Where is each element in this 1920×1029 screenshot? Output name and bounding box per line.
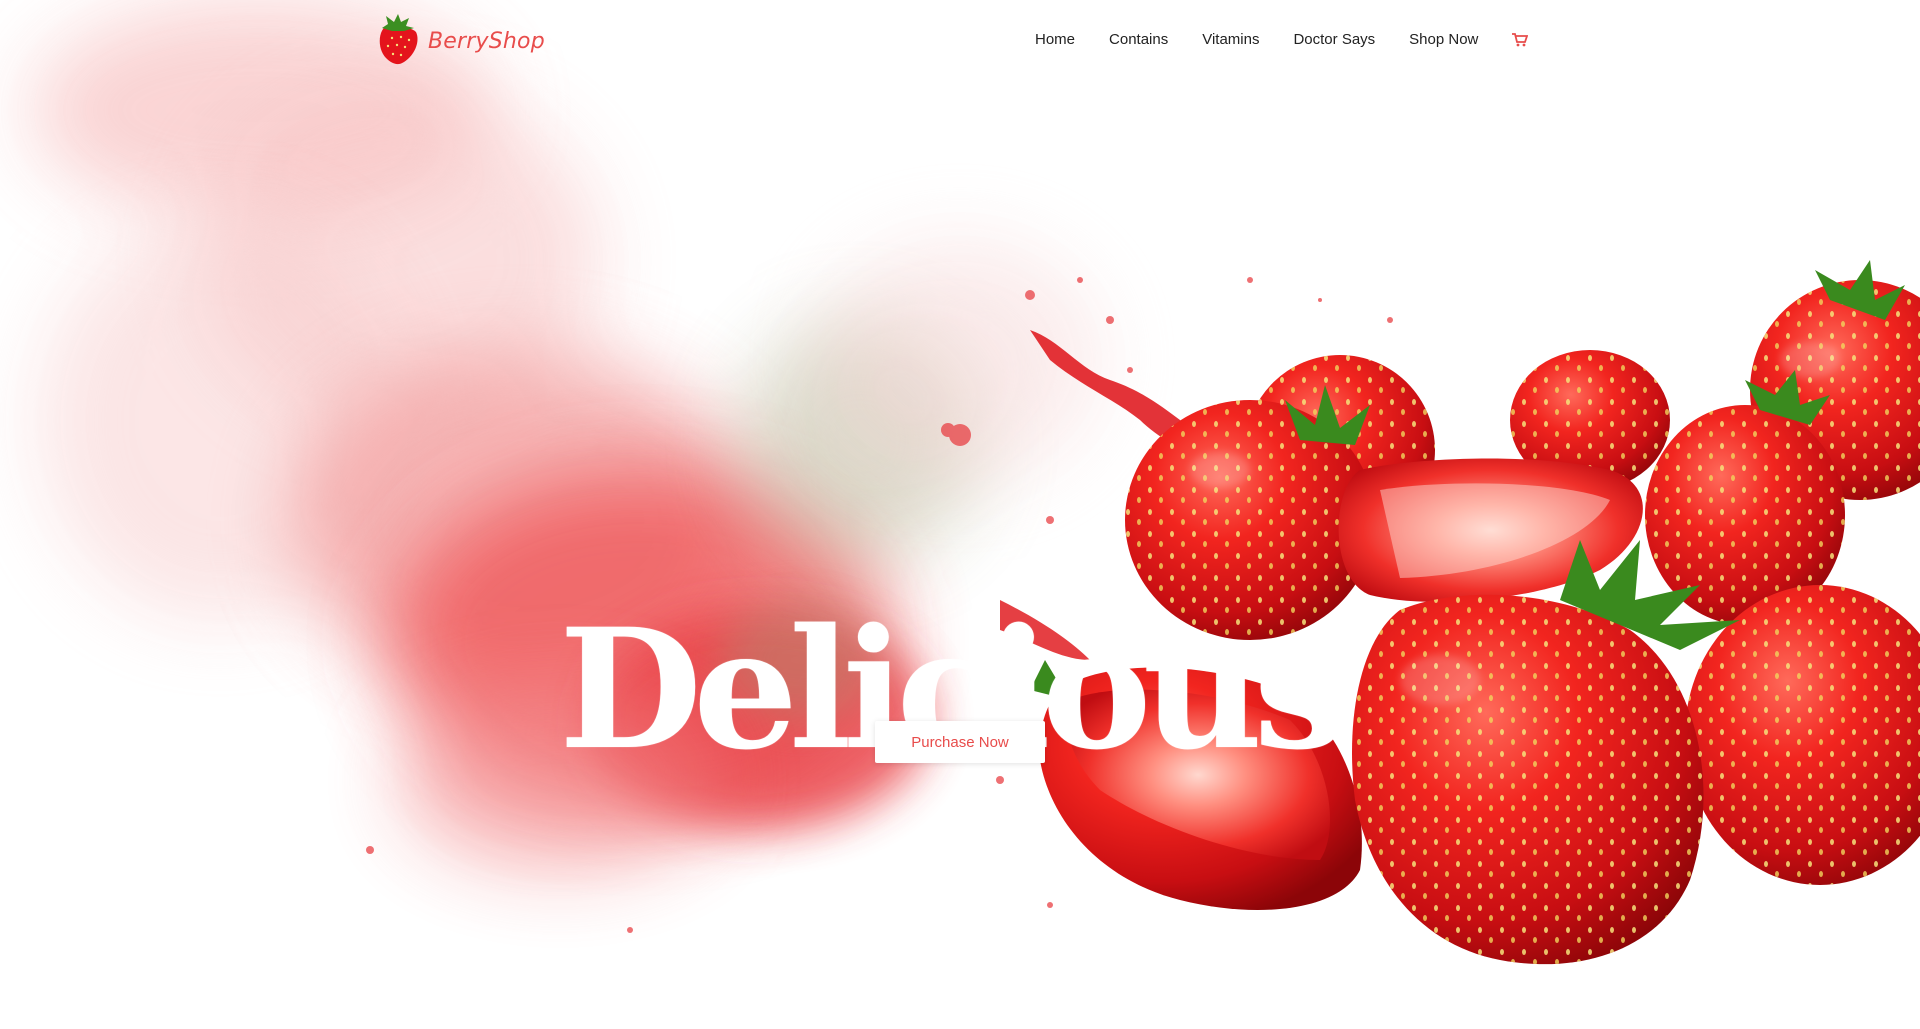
- nav-item-shop-now[interactable]: Shop Now: [1409, 26, 1478, 54]
- landing-page: BerryShop Home Contains Vitamins Doctor …: [0, 0, 1920, 1029]
- hero-strawberry-image: [30, 0, 1920, 965]
- nav-item-contains[interactable]: Contains: [1109, 26, 1168, 54]
- brand-name: BerryShop: [428, 28, 545, 54]
- main-nav: Home Contains Vitamins Doctor Says Shop …: [1035, 26, 1529, 54]
- nav-item-doctor-says[interactable]: Doctor Says: [1293, 26, 1375, 54]
- site-header: BerryShop Home Contains Vitamins Doctor …: [0, 0, 1920, 82]
- purchase-now-button[interactable]: Purchase Now: [875, 721, 1045, 763]
- brand-logo[interactable]: BerryShop: [374, 14, 545, 66]
- nav-item-vitamins[interactable]: Vitamins: [1202, 26, 1259, 54]
- nav-item-home[interactable]: Home: [1035, 26, 1075, 54]
- shopping-cart-icon[interactable]: [1512, 33, 1529, 47]
- strawberry-logo-icon: [379, 14, 418, 65]
